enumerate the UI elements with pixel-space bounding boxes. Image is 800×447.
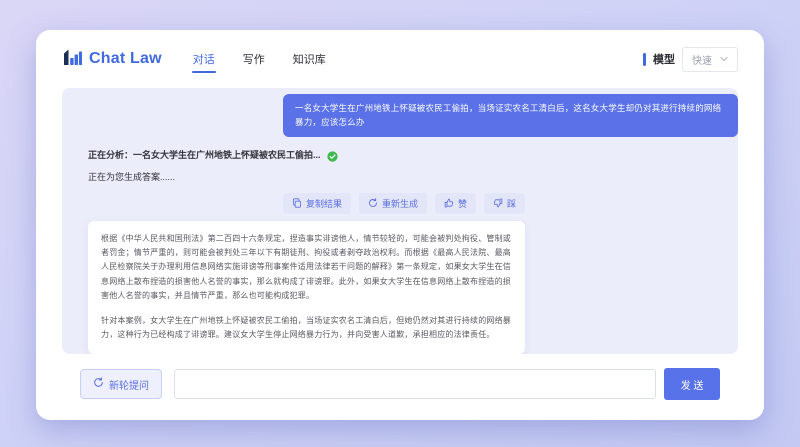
- app-header: Chat Law 对话 写作 知识库 模型 快速: [36, 30, 764, 88]
- refresh-icon: [368, 198, 378, 208]
- new-round-button[interactable]: 新轮提问: [80, 369, 162, 399]
- refresh-icon: [93, 377, 104, 391]
- answer-paragraph: 根据《中华人民共和国刑法》第二百四十六条规定，捏造事实诽谤他人，情节较轻的，可能…: [101, 233, 511, 300]
- send-button[interactable]: 发 送: [664, 368, 720, 400]
- thumbs-up-icon: [444, 198, 454, 208]
- regenerate-button[interactable]: 重新生成: [358, 192, 427, 214]
- regenerate-label: 重新生成: [381, 198, 418, 209]
- user-message-bubble: 一名女大学生在广州地铁上怀疑被农民工偷拍，当场证实农名工清白后，这名女大学生却仍…: [283, 94, 738, 137]
- copy-icon: [292, 198, 302, 208]
- message-input[interactable]: [174, 369, 656, 399]
- copy-result-button[interactable]: 复制结果: [282, 192, 351, 214]
- thumbs-down-icon: [493, 198, 503, 208]
- copy-result-label: 复制结果: [305, 198, 342, 209]
- chevron-down-icon: [720, 54, 728, 65]
- analysis-status-line: 正在分析：一名女大学生在广州地铁上怀疑被农民工偷拍...: [88, 148, 738, 162]
- accent-bar: [643, 52, 646, 66]
- nav-tab-dialogue[interactable]: 对话: [191, 45, 216, 73]
- model-select-value: 快速: [692, 55, 712, 67]
- bar-chart-logo-icon: [62, 47, 82, 72]
- nav-tab-knowledge-base[interactable]: 知识库: [292, 45, 327, 73]
- new-round-label: 新轮提问: [109, 380, 149, 392]
- answer-actions: 复制结果 重新生成 赞 踩: [88, 192, 525, 214]
- check-circle-icon: [326, 149, 338, 162]
- nav-tab-writing[interactable]: 写作: [242, 45, 266, 73]
- app-title: Chat Law: [89, 50, 162, 67]
- main-nav: 对话 写作 知识库: [191, 45, 327, 73]
- model-select-dropdown[interactable]: 快速: [682, 46, 738, 72]
- answer-card: 根据《中华人民共和国刑法》第二百四十六条规定，捏造事实诽谤他人，情节较轻的，可能…: [88, 220, 525, 354]
- dislike-label: 踩: [506, 198, 516, 209]
- chat-area: 一名女大学生在广州地铁上怀疑被农民工偷拍，当场证实农名工清白后，这名女大学生却仍…: [62, 88, 738, 354]
- model-section: 模型 快速: [643, 46, 738, 72]
- composer-bar: 新轮提问 发 送: [80, 368, 720, 400]
- like-label: 赞: [457, 198, 467, 209]
- model-label: 模型: [653, 54, 675, 66]
- answer-paragraph: 针对本案例，女大学生在广州地铁上怀疑被农民工偷拍，当场证实农名工清白后，但她仍然…: [101, 316, 511, 340]
- app-window: Chat Law 对话 写作 知识库 模型 快速 一名女大学生在广州地铁上怀疑被…: [36, 30, 764, 420]
- dislike-button[interactable]: 踩: [483, 192, 525, 214]
- generating-status-text: 正在为您生成答案......: [88, 171, 176, 182]
- app-logo: Chat Law: [62, 47, 162, 72]
- like-button[interactable]: 赞: [434, 192, 476, 214]
- analysis-status-text: 正在分析：一名女大学生在广州地铁上怀疑被农民工偷拍...: [88, 149, 321, 160]
